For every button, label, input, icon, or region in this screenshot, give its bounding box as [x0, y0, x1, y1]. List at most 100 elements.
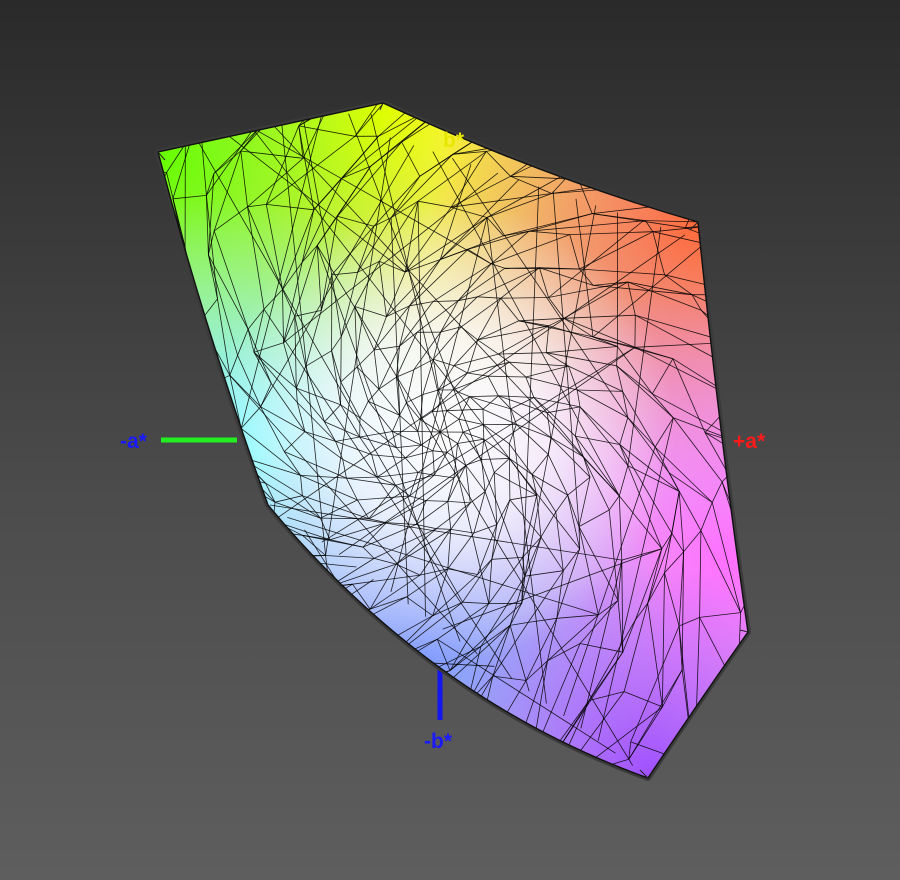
wire-edge — [352, 660, 388, 691]
wire-edge — [643, 131, 663, 135]
wire-edge — [181, 482, 218, 525]
wire-edge — [749, 512, 750, 547]
wire-edge — [344, 679, 412, 752]
wire-edge — [180, 343, 205, 421]
wire-edge — [256, 558, 273, 595]
wire-edge — [57, 288, 111, 394]
wire-edge — [161, 440, 237, 498]
wire-edge — [213, 650, 322, 688]
wire-edge — [158, 570, 161, 609]
wire-edge — [319, 771, 387, 778]
wire-edge — [474, 103, 499, 126]
wire-edge — [442, 835, 475, 837]
wire-edge — [749, 548, 795, 671]
wire-edge — [158, 585, 249, 617]
wire-edge — [64, 321, 110, 395]
wire-edge — [486, 136, 566, 152]
wire-edge — [193, 561, 209, 603]
wire-edge — [344, 693, 436, 752]
wire-edge — [527, 136, 566, 143]
wire-edge — [762, 372, 776, 386]
wire-edge — [223, 449, 225, 474]
wire-edge — [275, 771, 387, 778]
wire-edge — [158, 531, 240, 556]
wire-edge — [124, 669, 136, 700]
wire-edge — [158, 522, 195, 603]
wire-edge — [332, 606, 337, 634]
wire-edge — [238, 742, 372, 778]
wire-edge — [2, 372, 33, 423]
wire-edge — [205, 645, 214, 688]
wire-edge — [126, 169, 129, 213]
wire-edge — [158, 343, 182, 374]
wire-edge — [391, 774, 471, 778]
wire-edge — [319, 742, 372, 778]
wire-edge — [216, 497, 237, 525]
wire-edge — [475, 814, 507, 837]
wire-edge — [40, 528, 79, 571]
wire-edge — [11, 423, 33, 466]
wire-edge — [238, 750, 346, 778]
wire-edge — [97, 523, 114, 567]
wire-edge — [378, 103, 491, 137]
wire-edge — [543, 776, 571, 778]
wire-edge — [631, 154, 748, 183]
wire-edge — [135, 700, 147, 730]
wire-edge — [66, 397, 119, 439]
wire-edge — [158, 490, 160, 522]
wire-edge — [445, 103, 563, 106]
wire-edge — [193, 602, 300, 616]
wire-edge — [475, 54, 562, 95]
wire-edge — [800, 490, 814, 576]
wire-edge — [593, 135, 688, 155]
wire-edge — [750, 490, 800, 512]
wire-edge — [776, 372, 815, 434]
wire-edge — [2, 363, 68, 372]
wire-edge — [159, 607, 249, 617]
wire-edge — [266, 631, 295, 672]
wire-edge — [69, 439, 119, 491]
wire-edge — [83, 278, 109, 309]
wire-edge — [436, 675, 494, 773]
wire-edge — [33, 423, 87, 501]
wire-edge — [64, 493, 97, 566]
wire-edge — [853, 486, 859, 532]
wire-edge — [423, 105, 446, 114]
wire-edge — [295, 750, 345, 753]
wire-edge — [158, 490, 159, 533]
wire-edge — [748, 295, 849, 344]
wire-edge — [158, 607, 161, 641]
wire-edge — [737, 675, 745, 691]
wire-edge — [69, 491, 87, 501]
wire-edge — [563, 46, 592, 54]
wire-edge — [9, 532, 97, 566]
wire-edge — [40, 571, 72, 595]
wire-edge — [370, 743, 388, 772]
wire-edge — [158, 520, 160, 533]
wire-edge — [741, 222, 748, 277]
wire-edge — [523, 54, 563, 88]
wire-edge — [750, 512, 814, 576]
wire-edge — [775, 333, 873, 399]
wire-edge — [609, 103, 644, 133]
wire-edge — [2, 372, 119, 439]
wire-edge — [395, 52, 428, 68]
wire-edge — [184, 112, 200, 145]
wire-edge — [804, 460, 853, 532]
wire-edge — [208, 560, 273, 595]
wire-edge — [814, 344, 849, 374]
wire-edge — [392, 795, 416, 845]
wire-edge — [121, 266, 147, 310]
wire-edge — [158, 531, 209, 562]
wire-edge — [158, 373, 169, 396]
wire-edge — [696, 201, 748, 219]
wire-edge — [530, 743, 563, 761]
wire-edge — [507, 800, 544, 814]
wire-edge — [158, 352, 169, 396]
wire-edge — [299, 608, 371, 616]
wire-edge — [158, 640, 206, 646]
wire-edge — [216, 523, 240, 556]
wire-edge — [299, 606, 333, 616]
wire-edge — [762, 385, 860, 486]
wire-edge — [167, 394, 225, 474]
